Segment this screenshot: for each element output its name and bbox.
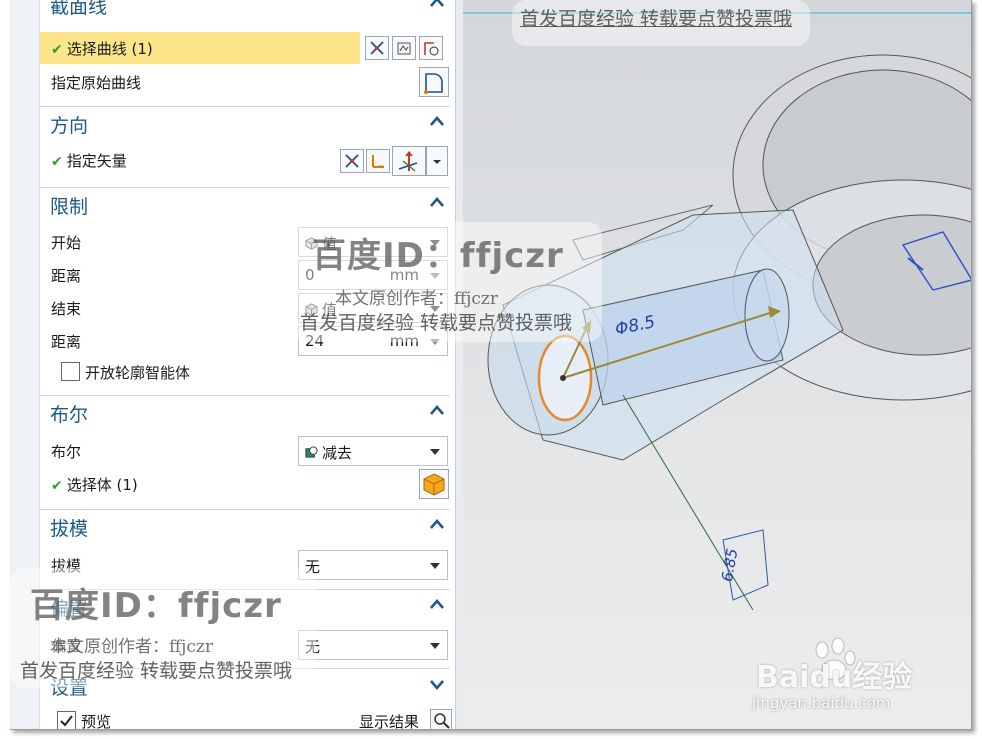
reverse-direction-button[interactable] [340, 149, 364, 173]
section-header-limits[interactable]: 限制 [40, 187, 450, 223]
chevron-down-icon[interactable] [430, 643, 440, 649]
graphics-viewport[interactable]: Φ8.5 6.85 [463, 0, 971, 729]
start-label: 开始 [51, 234, 82, 252]
solid-body-icon [423, 473, 445, 496]
checkmark-icon [60, 715, 73, 727]
subtract-icon [305, 446, 318, 458]
open-profile-checkbox[interactable] [61, 362, 80, 381]
specify-original-row: 指定原始曲线 [40, 66, 450, 98]
chevron-up-icon[interactable] [428, 402, 446, 420]
baidu-paw-icon [815, 637, 856, 681]
section-header-curve[interactable]: 截面线 [40, 0, 450, 24]
preview-label: 预览 [81, 713, 112, 730]
curve-icon [424, 42, 439, 56]
section-title-limits: 限制 [50, 196, 89, 218]
section-header-direction[interactable]: 方向 [40, 106, 450, 142]
section-title-curve: 截面线 [50, 0, 108, 18]
sketch-section-button[interactable] [392, 36, 416, 60]
chevron-up-icon[interactable] [428, 194, 446, 212]
axis-vector-icon [398, 151, 418, 172]
chevron-down-icon[interactable] [430, 563, 440, 569]
watermark-box-center [292, 222, 602, 342]
vector-icon: ... [372, 155, 384, 168]
preview-checkbox[interactable] [57, 711, 76, 729]
show-result-button[interactable] [430, 709, 452, 729]
show-result-label: 显示结果 [359, 713, 420, 730]
end-label: 结束 [51, 300, 82, 318]
panel-scrollbar[interactable] [455, 0, 463, 729]
section-header-boolean[interactable]: 布尔 [40, 395, 450, 431]
boolean-value: 减去 [322, 444, 353, 462]
end-distance-label: 距离 [51, 333, 82, 351]
specify-original-label: 指定原始曲线 [51, 74, 142, 92]
cross-arrows-icon [345, 154, 359, 168]
open-profile-label: 开放轮廓智能体 [85, 364, 191, 382]
draft-select[interactable]: 无 [298, 550, 448, 580]
check-icon: ✔ [51, 478, 63, 494]
watermark-box-left [10, 568, 316, 688]
model-render [487, 54, 971, 611]
chevron-up-icon[interactable] [428, 0, 446, 12]
section-header-draft[interactable]: 拔模 [40, 509, 450, 545]
section-title-direction: 方向 [50, 115, 89, 137]
select-curve-label: 选择曲线 (1) [66, 40, 153, 58]
vector-dropdown-button[interactable] [426, 146, 448, 176]
select-body-button[interactable] [419, 469, 449, 499]
chevron-down-icon[interactable] [430, 449, 440, 455]
chevron-up-icon[interactable] [428, 596, 446, 614]
boolean-label: 布尔 [51, 443, 82, 461]
watermark-box-top [512, 0, 810, 46]
curve-rule-button[interactable] [365, 36, 389, 60]
section-title-boolean: 布尔 [50, 404, 89, 426]
original-curve-button[interactable] [419, 67, 449, 97]
section-title-draft: 拔模 [50, 518, 89, 540]
start-distance-label: 距离 [51, 267, 82, 285]
vector-dialog-button[interactable]: ... [366, 149, 390, 173]
offset-select[interactable]: 无 [298, 630, 448, 660]
curve-select-button[interactable] [419, 36, 443, 60]
specify-vector-label: 指定矢量 [66, 152, 127, 170]
inferred-vector-button[interactable] [392, 146, 426, 176]
check-icon: ✔ [51, 42, 63, 58]
chevron-up-icon[interactable] [428, 113, 446, 131]
check-icon: ✔ [51, 154, 63, 170]
select-body-row[interactable]: ✔ 选择体 (1) [40, 468, 450, 500]
arc-curve-icon [424, 73, 443, 94]
chevron-up-icon[interactable] [428, 516, 446, 534]
select-body-label: 选择体 (1) [66, 476, 138, 494]
magnifier-icon [434, 713, 450, 729]
boolean-select[interactable]: 减去 [298, 436, 448, 466]
chevron-down-icon[interactable] [428, 675, 446, 693]
sketch-icon [397, 42, 411, 55]
chevron-down-icon [433, 160, 441, 164]
svg-text:...: ... [378, 161, 384, 168]
cross-arrows-icon [370, 41, 384, 55]
select-curve-row[interactable]: ✔ 选择曲线 (1) [40, 32, 360, 64]
